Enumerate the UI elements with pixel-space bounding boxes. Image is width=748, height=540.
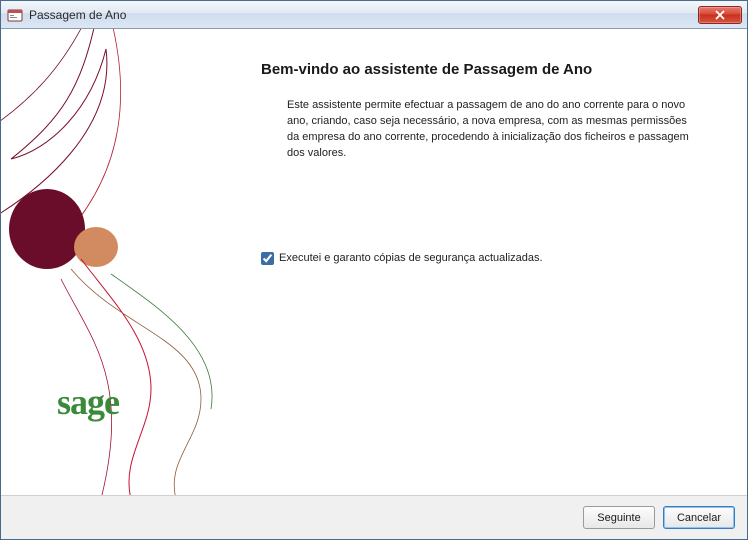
sage-logo: sage	[57, 381, 119, 423]
titlebar: Passagem de Ano	[1, 1, 747, 29]
wizard-main: Bem-vindo ao assistente de Passagem de A…	[261, 61, 727, 265]
wizard-heading: Bem-vindo ao assistente de Passagem de A…	[261, 61, 727, 78]
dialog-window: Passagem de Ano Bem-vindo ao assistente …	[0, 0, 748, 540]
wizard-description: Este assistente permite efectuar a passa…	[287, 98, 697, 162]
decorative-graphic	[1, 29, 261, 495]
next-button[interactable]: Seguinte	[583, 506, 655, 529]
confirm-backup-label: Executei e garanto cópias de segurança a…	[279, 252, 543, 264]
button-bar: Seguinte Cancelar	[1, 495, 747, 539]
cancel-button[interactable]: Cancelar	[663, 506, 735, 529]
confirm-backup-checkbox-row[interactable]: Executei e garanto cópias de segurança a…	[261, 252, 727, 265]
window-title: Passagem de Ano	[29, 8, 698, 22]
close-icon	[715, 10, 725, 20]
close-button[interactable]	[698, 6, 742, 24]
app-icon	[7, 7, 23, 23]
confirm-backup-checkbox[interactable]	[261, 252, 274, 265]
content-area: Bem-vindo ao assistente de Passagem de A…	[1, 29, 747, 495]
